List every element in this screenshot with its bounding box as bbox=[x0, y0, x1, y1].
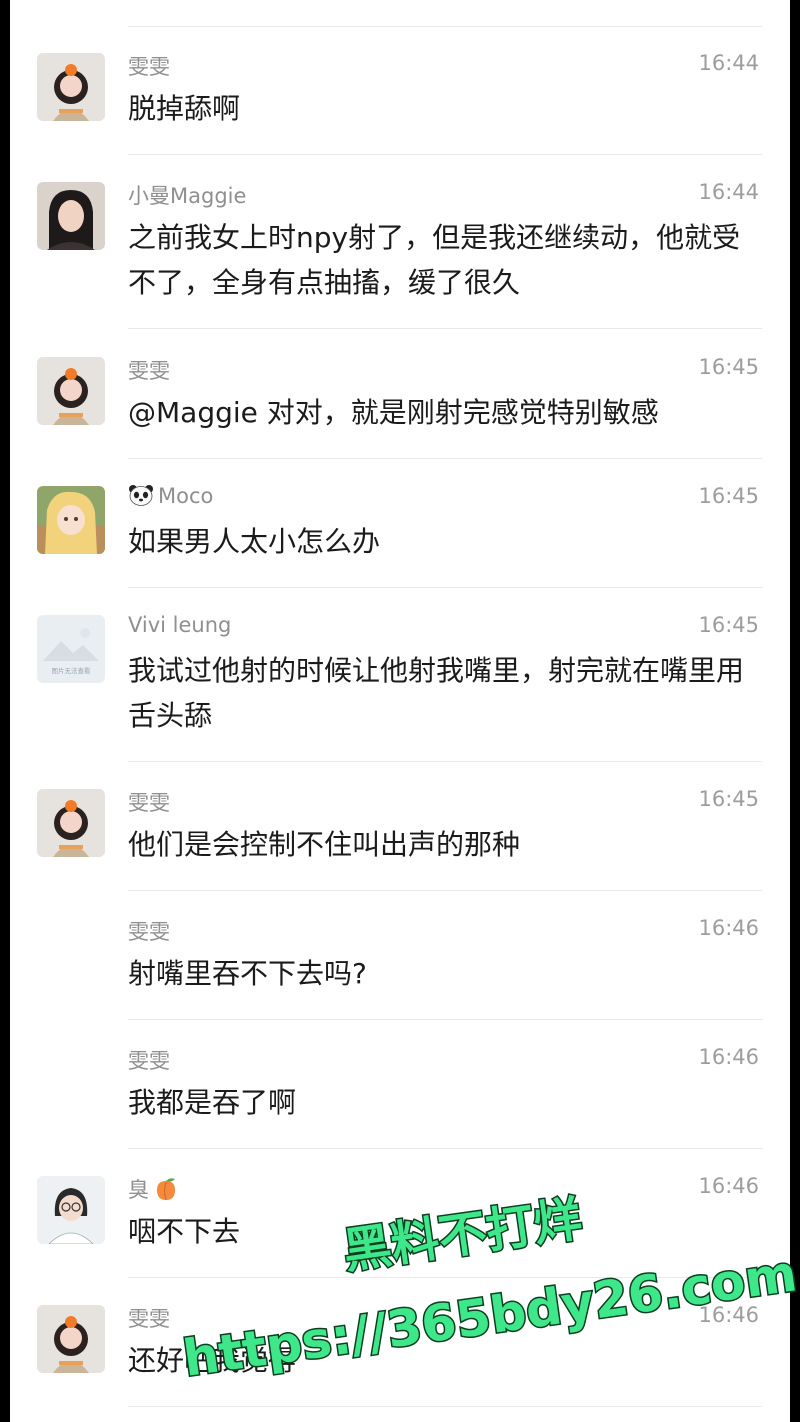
divider bbox=[128, 328, 762, 329]
message-text: 之前我女上时npy射了，但是我还继续动，他就受不了，全身有点抽搐，缓了很久 bbox=[128, 221, 741, 299]
sender-name-text: 臭 bbox=[128, 1178, 149, 1202]
avatar-caption: 图片无法查看 bbox=[52, 666, 92, 675]
message-time: 16:46 bbox=[698, 1303, 759, 1327]
sender-name[interactable]: 雯雯 bbox=[128, 355, 170, 385]
message-time: 16:45 bbox=[698, 787, 759, 811]
chat-page: 雯雯 16:44 脱掉舔啊 小曼Maggie 16:44 之前我女上时npy射了… bbox=[10, 0, 790, 1422]
message-text: @Maggie 对对，就是刚射完感觉特别敏感 bbox=[128, 396, 659, 429]
message-text: 还好吧我觉得 bbox=[128, 1344, 297, 1377]
sender-name[interactable]: 雯雯 bbox=[128, 51, 170, 81]
message-text: 咽不下去 bbox=[128, 1215, 241, 1248]
message-text: 射嘴里吞不下去吗? bbox=[128, 957, 367, 990]
divider bbox=[128, 890, 762, 891]
avatar[interactable] bbox=[37, 182, 105, 250]
avatar[interactable]: 图片无法查看 bbox=[37, 615, 105, 683]
message-text: 他们是会控制不住叫出声的那种 bbox=[128, 828, 521, 861]
sender-name[interactable]: 小曼Maggie bbox=[128, 180, 246, 210]
sender-name[interactable]: 雯雯 bbox=[128, 1303, 170, 1333]
peach-emoji-icon bbox=[157, 1178, 175, 1201]
avatar[interactable] bbox=[37, 53, 105, 121]
message-time: 16:44 bbox=[698, 51, 759, 75]
avatar[interactable] bbox=[37, 1176, 105, 1244]
divider bbox=[128, 26, 762, 27]
message-text: 如果男人太小怎么办 bbox=[128, 525, 381, 558]
sender-name[interactable]: 雯雯 bbox=[128, 1045, 170, 1075]
avatar[interactable] bbox=[37, 357, 105, 425]
sender-name[interactable]: Vivi leung bbox=[128, 613, 231, 637]
message-text: 脱掉舔啊 bbox=[128, 92, 241, 125]
divider bbox=[128, 1148, 762, 1149]
avatar[interactable] bbox=[37, 486, 105, 554]
avatar[interactable] bbox=[37, 1305, 105, 1373]
divider bbox=[128, 587, 762, 588]
avatar[interactable] bbox=[37, 789, 105, 857]
message-time: 16:45 bbox=[698, 355, 759, 379]
divider bbox=[128, 1019, 762, 1020]
message-time: 16:45 bbox=[698, 484, 759, 508]
message-time: 16:46 bbox=[698, 916, 759, 940]
divider bbox=[128, 1406, 762, 1407]
sender-name[interactable]: 臭 bbox=[128, 1174, 179, 1204]
sender-name[interactable]: Moco bbox=[128, 484, 213, 508]
message-text: 我试过他射的时候让他射我嘴里，射完就在嘴里用舌头舔 bbox=[128, 654, 745, 732]
sender-name[interactable]: 雯雯 bbox=[128, 916, 170, 946]
message-text: 我都是吞了啊 bbox=[128, 1086, 297, 1119]
divider bbox=[128, 1277, 762, 1278]
message-time: 16:46 bbox=[698, 1174, 759, 1198]
sender-name[interactable]: 雯雯 bbox=[128, 787, 170, 817]
message-time: 16:46 bbox=[698, 1045, 759, 1069]
divider bbox=[128, 458, 762, 459]
message-time: 16:44 bbox=[698, 180, 759, 204]
message-time: 16:45 bbox=[698, 613, 759, 637]
divider bbox=[128, 154, 762, 155]
panda-emoji-icon bbox=[129, 485, 153, 506]
sender-name-text: Moco bbox=[158, 484, 214, 508]
divider bbox=[128, 761, 762, 762]
